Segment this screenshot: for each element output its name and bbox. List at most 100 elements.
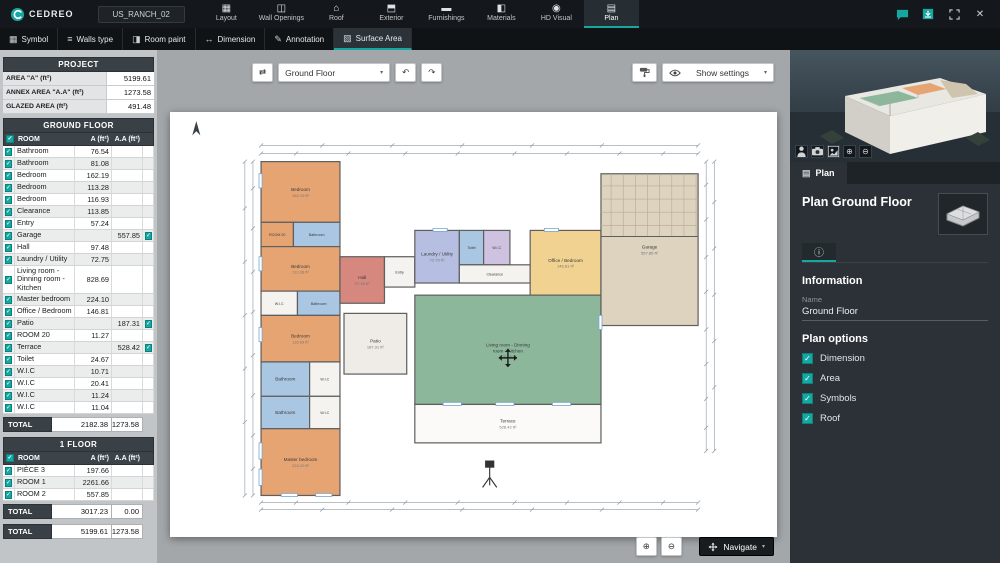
checkbox-checked-icon[interactable]: ✓ bbox=[5, 148, 12, 156]
table-row[interactable]: ✓Hall97.48 bbox=[3, 242, 154, 254]
room-office-bedroom[interactable]: Office / Bedroom146.81 ft² bbox=[530, 230, 601, 295]
table-row[interactable]: ✓Bathroom81.08 bbox=[3, 158, 154, 170]
camera-view-icon[interactable] bbox=[811, 145, 824, 158]
main-tab-hd-visual[interactable]: ◉HD Visual bbox=[529, 0, 584, 28]
table-row[interactable]: ✓Garage557.85✓ bbox=[3, 230, 154, 242]
floorplan-paper[interactable]: Bedroom162.19 ft²ROOM 20BathroomBedroom1… bbox=[170, 112, 777, 537]
main-tab-wall-openings[interactable]: ◫Wall Openings bbox=[254, 0, 309, 28]
table-row[interactable]: ✓Terrace528.42✓ bbox=[3, 342, 154, 354]
table-row[interactable]: ✓ROOM 2557.85 bbox=[3, 489, 154, 501]
table-row[interactable]: ✓ROOM 12261.66 bbox=[3, 477, 154, 489]
save-icon[interactable] bbox=[920, 6, 936, 22]
zoom-in-button[interactable]: ⊕ bbox=[636, 537, 657, 556]
table-row[interactable]: ✓W.I.C20.41 bbox=[3, 378, 154, 390]
tool-room-paint[interactable]: ◨Room paint bbox=[123, 28, 195, 50]
table-row[interactable]: ✓Office / Bedroom146.81 bbox=[3, 306, 154, 318]
camera-tripod-icon[interactable] bbox=[483, 461, 497, 487]
checkbox-checked-icon[interactable]: ✓ bbox=[5, 196, 12, 204]
table-row[interactable]: ✓Entry57.24 bbox=[3, 218, 154, 230]
plan-option-symbols[interactable]: ✓Symbols bbox=[802, 393, 988, 404]
room-garage[interactable]: Garage557.85 ft² bbox=[601, 174, 698, 326]
tool-annotation[interactable]: ✎Annotation bbox=[265, 28, 334, 50]
3d-preview[interactable]: ⊕ ⊖ bbox=[790, 50, 1000, 162]
plan-option-area[interactable]: ✓Area bbox=[802, 373, 988, 384]
checkbox-checked-icon[interactable]: ✓ bbox=[802, 373, 813, 384]
room-bathroom[interactable]: Bathroom bbox=[293, 222, 340, 246]
room-toilet[interactable]: Toilet bbox=[459, 230, 483, 264]
table-row[interactable]: ✓Clearance113.85 bbox=[3, 206, 154, 218]
checkbox-checked-icon[interactable]: ✓ bbox=[5, 276, 12, 284]
checkbox-checked-icon[interactable]: ✓ bbox=[5, 244, 12, 252]
checkbox-checked-icon[interactable]: ✓ bbox=[5, 184, 12, 192]
room-w-i-c[interactable]: W.I.C bbox=[310, 362, 340, 396]
redo-button[interactable]: ↷ bbox=[421, 63, 442, 82]
paint-roller-button[interactable] bbox=[632, 63, 657, 82]
room-patio[interactable]: Patio187.31 ft² bbox=[344, 313, 407, 374]
table-row[interactable]: ✓Living room - Dinning room - Kitchen828… bbox=[3, 266, 154, 294]
checkbox-checked-icon[interactable]: ✓ bbox=[5, 208, 12, 216]
checkbox-checked-icon[interactable]: ✓ bbox=[5, 467, 12, 475]
checkbox-checked-icon[interactable]: ✓ bbox=[6, 135, 14, 143]
table-row[interactable]: ✓Master bedroom224.10 bbox=[3, 294, 154, 306]
table-row[interactable]: ✓W.I.C11.04 bbox=[3, 402, 154, 414]
table-row[interactable]: ✓Laundry / Utility72.75 bbox=[3, 254, 154, 266]
preview-zoom-out-icon[interactable]: ⊖ bbox=[859, 145, 872, 158]
plan-option-dimension[interactable]: ✓Dimension bbox=[802, 353, 988, 364]
main-tab-materials[interactable]: ◧Materials bbox=[474, 0, 529, 28]
checkbox-checked-icon[interactable]: ✓ bbox=[5, 220, 12, 228]
main-tab-plan[interactable]: ▤Plan bbox=[584, 0, 639, 28]
tool-symbol[interactable]: ▦Symbol bbox=[0, 28, 58, 50]
annex-checkbox-icon[interactable]: ✓ bbox=[145, 320, 152, 328]
checkbox-checked-icon[interactable]: ✓ bbox=[5, 320, 12, 328]
checkbox-checked-icon[interactable]: ✓ bbox=[5, 392, 12, 400]
room-bathroom[interactable]: Bathroom bbox=[261, 362, 310, 396]
room-entry[interactable]: Entry bbox=[384, 257, 414, 287]
room-master-bedroom[interactable]: Master bedroom224.10 ft² bbox=[261, 429, 340, 496]
table-row[interactable]: ✓Toilet24.67 bbox=[3, 354, 154, 366]
checkbox-checked-icon[interactable]: ✓ bbox=[6, 454, 14, 462]
room-bathroom[interactable]: Bathroom bbox=[261, 396, 310, 428]
tool-walls-type[interactable]: ≡Walls type bbox=[58, 28, 123, 50]
table-row[interactable]: ✓W.I.C11.24 bbox=[3, 390, 154, 402]
checkbox-checked-icon[interactable]: ✓ bbox=[5, 344, 12, 352]
name-field-value[interactable]: Ground Floor bbox=[802, 306, 988, 321]
checkbox-checked-icon[interactable]: ✓ bbox=[5, 332, 12, 340]
plan-thumbnail[interactable] bbox=[938, 193, 988, 235]
subtab-information[interactable]: ⓘ bbox=[802, 243, 836, 262]
table-row[interactable]: ✓Bathroom76.54 bbox=[3, 146, 154, 158]
room-bedroom[interactable]: Bedroom162.19 ft² bbox=[261, 162, 340, 223]
room-w-i-c[interactable]: W.I.C bbox=[310, 396, 340, 428]
room-bedroom[interactable]: Bedroom113.28 ft² bbox=[261, 247, 340, 292]
checkbox-checked-icon[interactable]: ✓ bbox=[802, 353, 813, 364]
checkbox-checked-icon[interactable]: ✓ bbox=[5, 296, 12, 304]
checkbox-checked-icon[interactable]: ✓ bbox=[5, 380, 12, 388]
room-bedroom[interactable]: Bedroom116.93 ft² bbox=[261, 315, 340, 362]
room-w-i-c[interactable]: W.I.C bbox=[484, 230, 510, 264]
person-view-icon[interactable] bbox=[795, 145, 808, 158]
zoom-out-button[interactable]: ⊖ bbox=[661, 537, 682, 556]
table-row[interactable]: ✓Bedroom113.28 bbox=[3, 182, 154, 194]
room-terrace[interactable]: Terrace528.42 ft² bbox=[415, 404, 601, 442]
show-settings-dropdown[interactable]: Show settings ▾ bbox=[662, 63, 774, 82]
annex-checkbox-icon[interactable]: ✓ bbox=[145, 232, 152, 240]
checkbox-checked-icon[interactable]: ✓ bbox=[5, 256, 12, 264]
feedback-chat-icon[interactable] bbox=[894, 6, 910, 22]
table-row[interactable]: ✓Bedroom162.19 bbox=[3, 170, 154, 182]
room-laundry-utility[interactable]: Laundry / Utility72.75 ft² bbox=[415, 230, 460, 283]
table-row[interactable]: ✓Patio187.31✓ bbox=[3, 318, 154, 330]
checkbox-checked-icon[interactable]: ✓ bbox=[802, 393, 813, 404]
checkbox-checked-icon[interactable]: ✓ bbox=[5, 404, 12, 412]
fullscreen-icon[interactable] bbox=[946, 6, 962, 22]
navigate-button[interactable]: Navigate ▾ bbox=[699, 537, 774, 556]
main-tab-exterior[interactable]: ⬒Exterior bbox=[364, 0, 419, 28]
room-room-20[interactable]: ROOM 20 bbox=[261, 222, 293, 246]
checkbox-checked-icon[interactable]: ✓ bbox=[5, 172, 12, 180]
project-name[interactable]: US_RANCH_02 bbox=[98, 6, 185, 23]
preview-zoom-in-icon[interactable]: ⊕ bbox=[843, 145, 856, 158]
annex-checkbox-icon[interactable]: ✓ bbox=[145, 344, 152, 352]
main-tab-layout[interactable]: ▦Layout bbox=[199, 0, 254, 28]
tool-dimension[interactable]: ↔Dimension bbox=[196, 28, 266, 50]
close-icon[interactable]: ✕ bbox=[972, 6, 988, 22]
table-row[interactable]: ✓W.I.C10.71 bbox=[3, 366, 154, 378]
room-clearance[interactable]: Clearance bbox=[459, 265, 530, 283]
